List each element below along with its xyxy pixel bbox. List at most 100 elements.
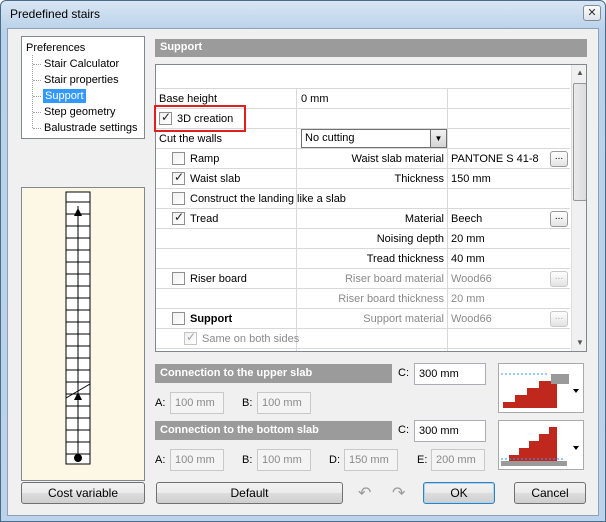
ramp-checkbox[interactable]	[172, 152, 185, 165]
cancel-button[interactable]: Cancel	[514, 482, 586, 504]
material-browse-button[interactable]: ...	[550, 211, 568, 227]
undo-icon[interactable]: ↶	[358, 483, 371, 503]
ok-button[interactable]: OK	[423, 482, 495, 504]
tread-checkbox[interactable]	[172, 210, 185, 225]
tree-item-stair-properties[interactable]: Stair properties	[44, 73, 119, 87]
cut-walls-select[interactable]: No cutting ▼	[301, 129, 447, 148]
same-both-sides-checkbox	[184, 330, 197, 345]
tree-item-stair-calculator[interactable]: Stair Calculator	[44, 57, 119, 71]
tread-label: Tread	[190, 213, 219, 225]
bottom-stair-icon	[501, 427, 579, 466]
upper-c-input[interactable]: 300 mm	[414, 363, 486, 385]
tree-item-support[interactable]: Support	[43, 89, 86, 103]
upper-slab-preset-picker[interactable]	[498, 363, 584, 413]
waist-slab-checkbox[interactable]	[172, 170, 185, 185]
thickness-value[interactable]: 150 mm	[451, 169, 491, 189]
chevron-down-icon[interactable]: ▼	[430, 130, 446, 147]
grid-header-row	[156, 65, 570, 89]
bottom-slab-header: Connection to the bottom slab	[155, 421, 392, 440]
ramp-label: Ramp	[190, 153, 220, 165]
cut-walls-label: Cut the walls	[159, 133, 222, 145]
base-height-value[interactable]: 0 mm	[301, 89, 329, 109]
tree-root-preferences[interactable]: Preferences	[26, 41, 85, 55]
row-support: Support Support material Wood66 ...	[156, 309, 570, 329]
riser-board-material-label: Riser board material	[344, 273, 444, 285]
thickness-label: Thickness	[394, 173, 444, 185]
scroll-up-icon[interactable]: ▲	[572, 65, 586, 81]
support-checkbox[interactable]	[172, 312, 185, 325]
riser-board-checkbox[interactable]	[172, 272, 185, 285]
highlight-annotation	[154, 105, 246, 132]
noising-depth-value[interactable]: 20 mm	[451, 229, 485, 249]
close-icon: ✕	[587, 7, 597, 19]
bottom-d-input: 150 mm	[344, 449, 398, 471]
window-title: Predefined stairs	[10, 7, 101, 21]
bottom-a-input: 100 mm	[170, 449, 224, 471]
upper-c-label: C:	[398, 367, 409, 379]
tree-item-balustrade-settings[interactable]: Balustrade settings	[44, 121, 138, 135]
tree-branch	[33, 96, 41, 97]
waist-slab-material-label: Waist slab material	[351, 153, 444, 165]
row-waist-slab: Waist slab Thickness 150 mm	[156, 169, 570, 189]
waist-slab-material-browse-button[interactable]: ...	[550, 151, 568, 167]
bottom-a-label: A:	[155, 454, 166, 466]
tree-item-step-geometry[interactable]: Step geometry	[44, 105, 116, 119]
riser-board-label: Riser board	[190, 273, 247, 285]
bottom-c-label: C:	[398, 424, 409, 436]
upper-b-input: 100 mm	[257, 392, 311, 414]
row-riser-board-thickness: Riser board thickness 20 mm	[156, 289, 570, 309]
support-material-value: Wood66	[451, 313, 492, 325]
tree-branch	[33, 112, 41, 113]
bottom-slab-preset-picker[interactable]	[498, 420, 584, 470]
waist-slab-material-value[interactable]: PANTONE S 41-8	[451, 149, 539, 169]
stair-preview	[21, 187, 145, 481]
upper-stair-icon	[501, 373, 579, 408]
riser-board-thickness-value: 20 mm	[451, 293, 485, 305]
row-noising-depth: Noising depth 20 mm	[156, 229, 570, 249]
bottom-c-input[interactable]: 300 mm	[414, 420, 486, 442]
tree-branch	[33, 80, 41, 81]
tree-branch	[33, 64, 41, 65]
support-material-label: Support material	[363, 313, 444, 325]
riser-board-material-browse-button: ...	[550, 271, 568, 287]
material-value[interactable]: Beech	[451, 209, 482, 229]
riser-board-thickness-label: Riser board thickness	[338, 293, 444, 305]
dialog-client: Preferences Stair Calculator Stair prope…	[7, 28, 599, 516]
upper-a-label: A:	[155, 397, 166, 409]
landing-slab-checkbox[interactable]	[172, 192, 185, 205]
row-landing-slab: Construct the landing like a slab	[156, 189, 570, 209]
support-section-header: Support	[155, 39, 587, 57]
row-tread-thickness: Tread thickness 40 mm	[156, 249, 570, 269]
tread-thickness-value[interactable]: 40 mm	[451, 249, 485, 269]
grid-scrollbar[interactable]: ▲ ▼	[571, 65, 586, 351]
scroll-thumb[interactable]	[573, 83, 586, 201]
tree-connector	[32, 55, 33, 128]
upper-a-input: 100 mm	[170, 392, 224, 414]
tree-branch	[33, 128, 41, 129]
redo-icon[interactable]: ↷	[392, 483, 405, 503]
bottom-b-label: B:	[242, 454, 253, 466]
landing-slab-label: Construct the landing like a slab	[190, 193, 346, 205]
row-riser-board: Riser board Riser board material Wood66 …	[156, 269, 570, 289]
row-cut-walls: Cut the walls No cutting ▼	[156, 129, 570, 149]
close-button[interactable]: ✕	[583, 5, 601, 21]
preferences-tree: Preferences Stair Calculator Stair prope…	[21, 36, 145, 139]
support-material-browse-button: ...	[550, 311, 568, 327]
title-bar[interactable]: Predefined stairs ✕	[1, 1, 605, 27]
bottom-e-label: E:	[417, 454, 428, 466]
noising-depth-label: Noising depth	[376, 233, 444, 245]
waist-slab-label: Waist slab	[190, 173, 241, 185]
cut-walls-value: No cutting	[305, 132, 355, 144]
row-ramp: Ramp Waist slab material PANTONE S 41-8 …	[156, 149, 570, 169]
dialog-window: Predefined stairs ✕ Preferences Stair Ca…	[0, 0, 606, 522]
support-label: Support	[190, 313, 233, 325]
default-button[interactable]: Default	[156, 482, 343, 504]
upper-slab-header: Connection to the upper slab	[155, 364, 392, 383]
cost-variable-button[interactable]: Cost variable	[21, 482, 145, 504]
stair-plan-drawing	[65, 191, 91, 465]
bottom-d-label: D:	[329, 454, 340, 466]
scroll-down-icon[interactable]: ▼	[572, 335, 586, 351]
material-label: Material	[404, 213, 444, 225]
bottom-b-input: 100 mm	[257, 449, 311, 471]
same-both-sides-label: Same on both sides	[202, 333, 300, 345]
